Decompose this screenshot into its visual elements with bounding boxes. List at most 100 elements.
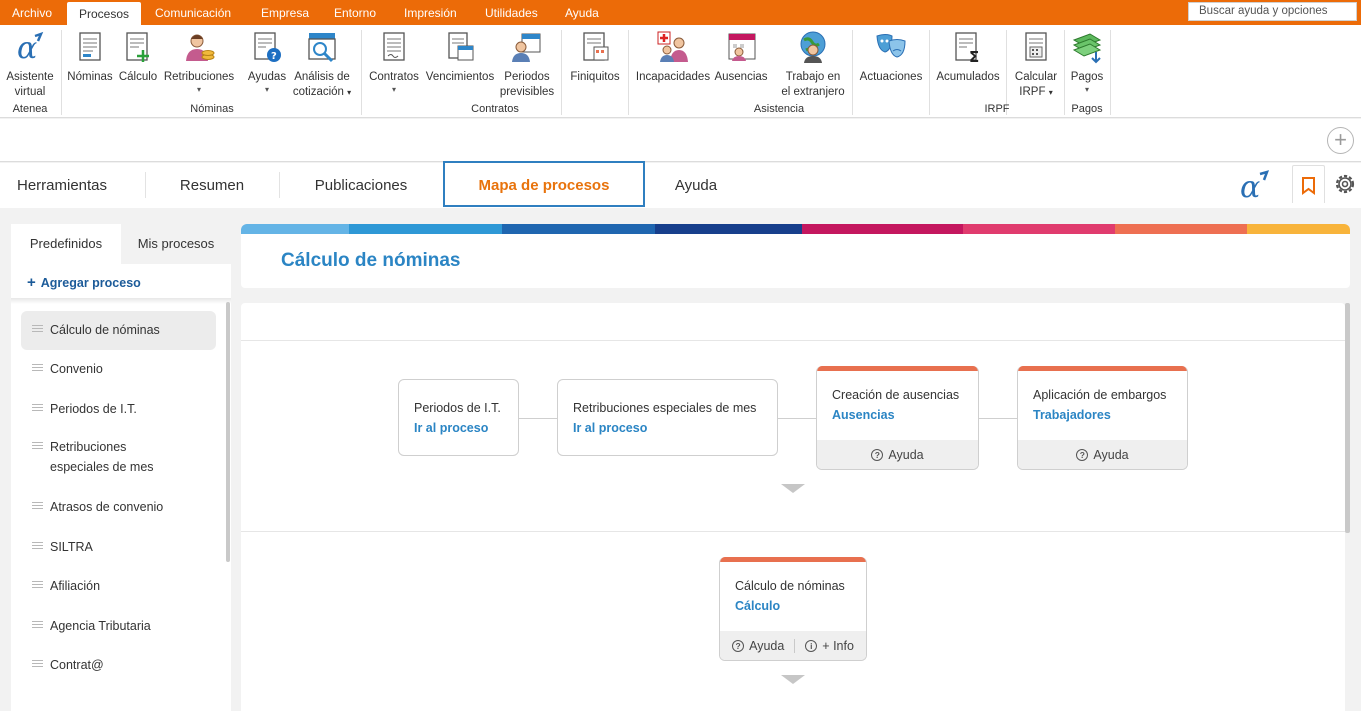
drag-handle-icon[interactable]: [32, 621, 43, 631]
alpha-icon: α: [17, 31, 44, 64]
help-doc-icon: ?: [254, 32, 281, 62]
trabajo-extranjero-button[interactable]: Trabajo en el extranjero: [779, 28, 847, 100]
bookmark-icon: [1302, 177, 1315, 195]
tab-herramientas[interactable]: Herramientas: [0, 163, 124, 206]
svg-text:α: α: [1240, 170, 1260, 201]
help-button[interactable]: ? Ayuda: [871, 448, 924, 462]
help-search-input[interactable]: Buscar ayuda y opciones: [1188, 2, 1357, 21]
menu-archivo[interactable]: Archivo: [12, 0, 52, 25]
tab-mapa-de-procesos[interactable]: Mapa de procesos: [443, 161, 645, 207]
menu-comunicacion[interactable]: Comunicación: [155, 0, 231, 25]
flow-arrow-down-icon: [781, 484, 805, 493]
group-label-asistencia: Asistencia: [753, 103, 805, 115]
process-item-atrasos-convenio[interactable]: Atrasos de convenio: [21, 488, 216, 528]
sum-doc-icon: Σ: [955, 32, 979, 64]
more-info-button[interactable]: i + Info: [805, 639, 854, 653]
color-band-segment: [1247, 224, 1350, 234]
page-title: Cálculo de nóminas: [281, 250, 461, 271]
process-map: Periodos de I.T. Ir al proceso Retribuci…: [241, 303, 1345, 711]
process-list: Cálculo de nóminas Convenio Periodos de …: [21, 311, 216, 685]
contract-icon: [383, 32, 405, 61]
color-band-segment: [241, 224, 349, 234]
add-widget-button[interactable]: +: [1327, 127, 1354, 154]
tab-mis-procesos[interactable]: Mis procesos: [121, 224, 231, 264]
process-item-calculo-nominas[interactable]: Cálculo de nóminas: [21, 311, 216, 350]
process-item-siltra[interactable]: SILTRA: [21, 528, 216, 567]
vencimientos-button[interactable]: Vencimientos: [425, 28, 495, 85]
divider: [241, 340, 1345, 341]
tab-predefinidos[interactable]: Predefinidos: [11, 224, 121, 264]
drag-handle-icon[interactable]: [32, 442, 43, 452]
drag-handle-icon[interactable]: [32, 581, 43, 591]
process-map-scrollbar[interactable]: [1345, 303, 1350, 533]
process-item-convenio[interactable]: Convenio: [21, 350, 216, 390]
process-item-retribuciones-especiales[interactable]: Retribuciones especiales de mes: [21, 429, 216, 488]
finiquitos-button[interactable]: Finiquitos: [567, 28, 623, 85]
asistente-virtual-button[interactable]: α Asistente virtual: [5, 28, 55, 100]
money-stack-icon: [1072, 33, 1102, 64]
retribuciones-button[interactable]: Retribuciones ▾: [162, 28, 236, 94]
plus-icon: +: [27, 274, 36, 291]
analisis-cotizacion-button[interactable]: Análisis de cotización ▾: [291, 28, 353, 100]
menu-bar: Archivo Procesos Comunicación Empresa En…: [0, 0, 1361, 25]
menu-procesos[interactable]: Procesos: [67, 2, 142, 25]
trabajadores-link[interactable]: Trabajadores: [1033, 408, 1111, 422]
drag-handle-icon[interactable]: [32, 404, 43, 414]
nominas-button[interactable]: Nóminas: [67, 28, 113, 85]
drag-handle-icon[interactable]: [32, 542, 43, 552]
contratos-button[interactable]: Contratos ▾: [367, 28, 421, 94]
analysis-icon: [308, 33, 336, 63]
pagos-button[interactable]: Pagos ▾: [1068, 28, 1106, 94]
add-process-button[interactable]: + Agregar proceso: [27, 274, 141, 291]
settlement-icon: [583, 32, 609, 61]
go-to-process-link[interactable]: Ir al proceso: [573, 421, 647, 435]
help-button[interactable]: ? Ayuda: [732, 639, 784, 653]
drag-handle-icon[interactable]: [32, 660, 43, 670]
group-label-atenea: Atenea: [12, 103, 48, 115]
group-label-irpf: IRPF: [984, 103, 1010, 115]
atenea-alpha-icon[interactable]: α: [1238, 169, 1272, 201]
menu-utilidades[interactable]: Utilidades: [485, 0, 538, 25]
menu-impresion[interactable]: Impresión: [404, 0, 457, 25]
process-item-periodos-it[interactable]: Periodos de I.T.: [21, 390, 216, 429]
go-to-process-link[interactable]: Ir al proceso: [414, 421, 488, 435]
gear-icon[interactable]: [1332, 171, 1358, 197]
periodos-previsibles-button[interactable]: Periodos previsibles: [499, 28, 555, 100]
calculo-button[interactable]: Cálculo: [118, 28, 158, 85]
help-circle-icon: ?: [871, 448, 884, 461]
incapacidades-button[interactable]: Incapacidades: [634, 28, 712, 85]
group-separator: [929, 30, 930, 115]
drag-handle-icon[interactable]: [32, 502, 43, 512]
group-separator: [1064, 30, 1065, 115]
group-separator: [361, 30, 362, 115]
menu-ayuda[interactable]: Ayuda: [565, 0, 599, 25]
calcular-irpf-button[interactable]: Calcular IRPF ▾: [1012, 28, 1060, 100]
tab-publicaciones[interactable]: Publicaciones: [280, 163, 442, 206]
tab-resumen[interactable]: Resumen: [146, 163, 278, 206]
ausencias-link[interactable]: Ausencias: [832, 408, 895, 422]
person-coins-icon: [186, 34, 215, 61]
calculo-link[interactable]: Cálculo: [735, 599, 780, 613]
process-item-afiliacion[interactable]: Afiliación: [21, 567, 216, 607]
color-band-segment: [963, 224, 1115, 234]
menu-empresa[interactable]: Empresa: [261, 0, 309, 25]
help-button[interactable]: ? Ayuda: [1076, 448, 1129, 462]
ayudas-button[interactable]: ? Ayudas ▾: [247, 28, 287, 94]
color-band-segment: [655, 224, 802, 234]
payroll-doc-icon: [79, 32, 101, 61]
calculate-doc-icon: [126, 32, 149, 62]
process-list-scrollbar[interactable]: [226, 302, 230, 562]
bookmark-button[interactable]: [1292, 165, 1325, 203]
group-separator: [1110, 30, 1111, 115]
process-item-agencia-tributaria[interactable]: Agencia Tributaria: [21, 607, 216, 646]
svg-text:?: ?: [271, 51, 277, 62]
ribbon: α Asistente virtual Nóminas Cálculo Retr…: [0, 25, 1361, 118]
drag-handle-icon[interactable]: [32, 325, 43, 335]
acumulados-button[interactable]: Σ Acumulados: [935, 28, 1001, 85]
menu-entorno[interactable]: Entorno: [334, 0, 376, 25]
drag-handle-icon[interactable]: [32, 364, 43, 374]
process-item-contrata[interactable]: Contrat@: [21, 646, 216, 685]
ausencias-button[interactable]: Ausencias: [713, 28, 769, 85]
actuaciones-button[interactable]: Actuaciones: [858, 28, 924, 85]
tab-ayuda[interactable]: Ayuda: [650, 163, 742, 206]
